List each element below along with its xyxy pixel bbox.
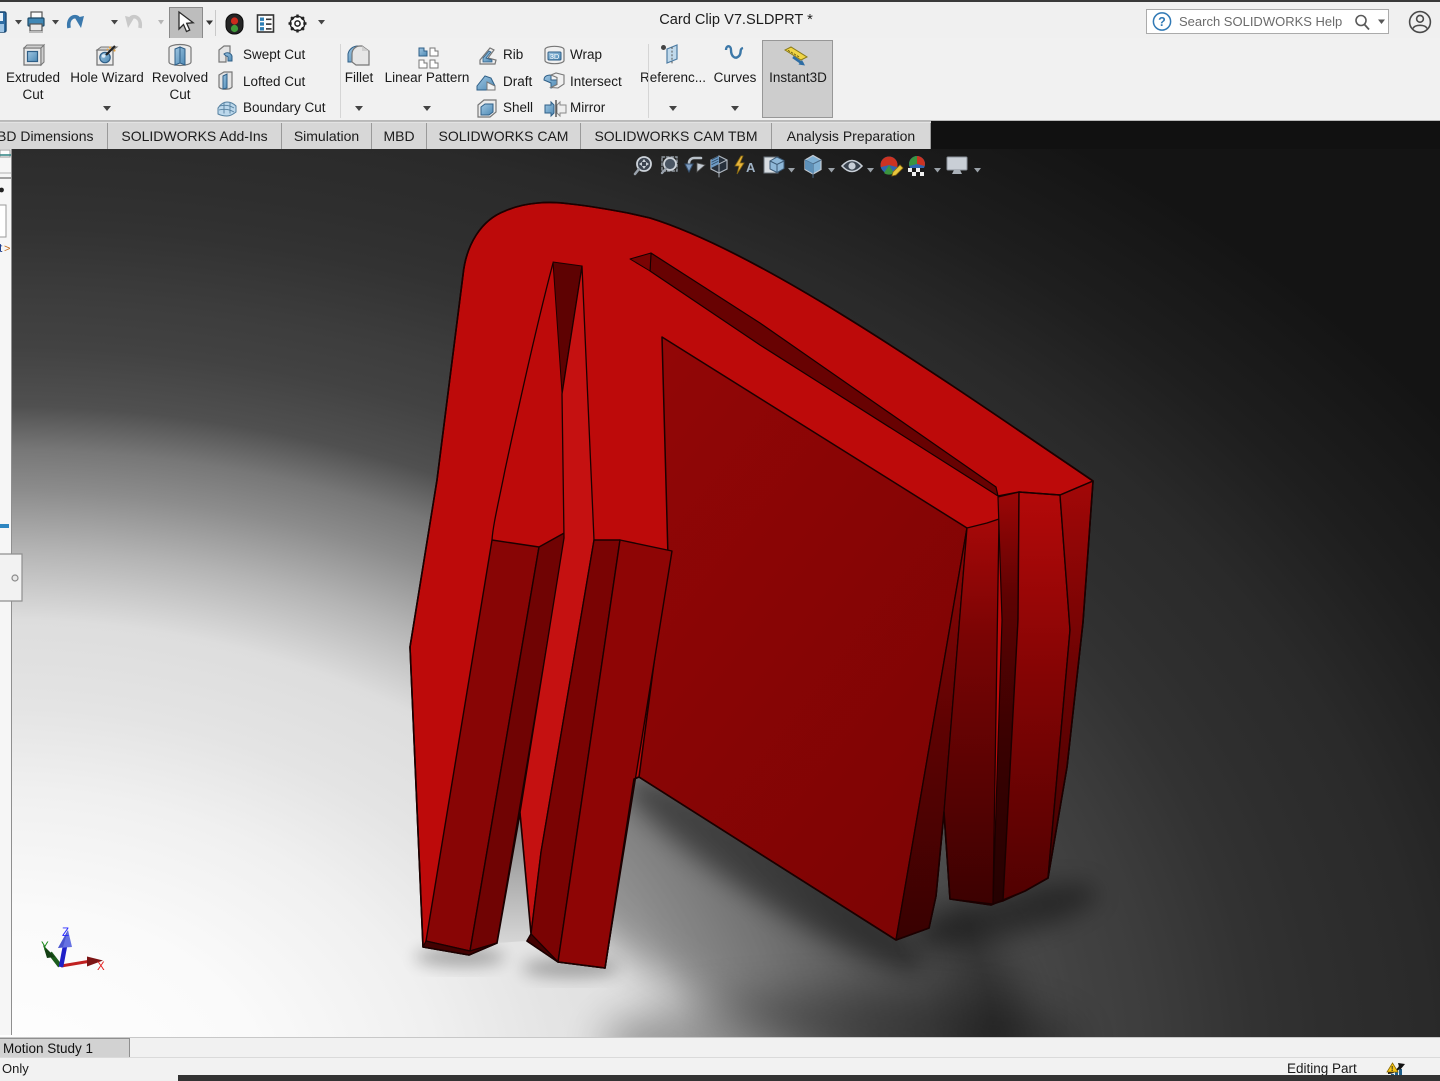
svg-text:Wrap: Wrap — [570, 47, 602, 62]
svg-text:Instant3D: Instant3D — [769, 70, 827, 85]
svg-text:3D: 3D — [550, 52, 560, 61]
svg-text:Referenc...: Referenc... — [640, 70, 706, 85]
svg-text:Hole Wizard: Hole Wizard — [70, 70, 144, 85]
svg-text:Intersect: Intersect — [570, 74, 622, 89]
svg-text:Cut: Cut — [22, 87, 43, 102]
svg-text:Draft: Draft — [503, 74, 533, 89]
svg-text:Rib: Rib — [503, 47, 523, 62]
svg-text:Y: Y — [41, 941, 49, 953]
svg-text:Mirror: Mirror — [570, 100, 606, 115]
svg-text:Revolved: Revolved — [152, 70, 208, 85]
svg-text:Curves: Curves — [714, 70, 757, 85]
svg-text:Swept Cut: Swept Cut — [243, 47, 306, 62]
svg-text:X: X — [97, 961, 105, 973]
svg-text:Fillet: Fillet — [345, 70, 374, 85]
svg-text:Z: Z — [62, 927, 69, 939]
svg-text:Cut: Cut — [169, 87, 190, 102]
svg-text:Linear Pattern: Linear Pattern — [385, 70, 470, 85]
svg-text:Search SOLIDWORKS Help: Search SOLIDWORKS Help — [1179, 14, 1342, 29]
svg-text:>: > — [4, 243, 10, 255]
svg-text:A: A — [746, 160, 756, 175]
svg-text:!: ! — [1391, 1066, 1393, 1073]
svg-text:Lofted Cut: Lofted Cut — [243, 74, 306, 89]
svg-text:Boundary Cut: Boundary Cut — [243, 100, 326, 115]
svg-text:?: ? — [1158, 15, 1166, 29]
svg-text:t: t — [0, 241, 3, 255]
svg-text:Extruded: Extruded — [6, 70, 60, 85]
svg-text:Shell: Shell — [503, 100, 533, 115]
